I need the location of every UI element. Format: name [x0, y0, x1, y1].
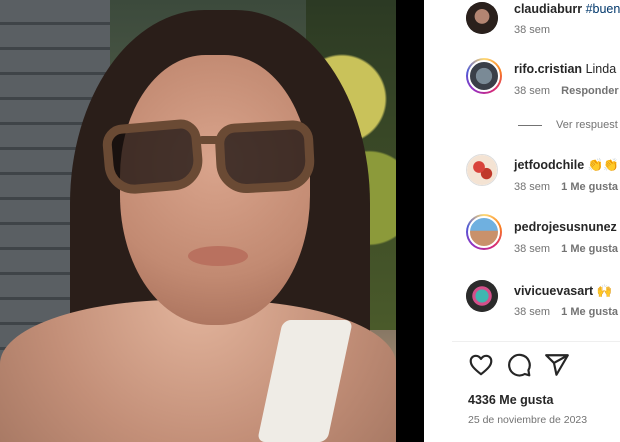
- comment-time[interactable]: 38 sem: [514, 181, 550, 193]
- sunglasses-lens-left: [101, 117, 205, 197]
- avatar-image: [466, 280, 498, 312]
- avatar-image: [468, 60, 500, 92]
- avatar-image: [467, 155, 497, 185]
- avatar[interactable]: [466, 58, 502, 94]
- comment-text: 👏👏: [587, 158, 619, 172]
- comment-text: Linda: [585, 62, 617, 76]
- comment-likes[interactable]: 1 Me gusta: [561, 306, 618, 318]
- post-photo[interactable]: [0, 0, 396, 442]
- comment-username[interactable]: vivicuevasart: [514, 284, 593, 298]
- share-icon[interactable]: [544, 352, 570, 378]
- comment-time[interactable]: 38 sem: [514, 85, 550, 97]
- heart-icon[interactable]: [468, 352, 494, 378]
- avatar[interactable]: [466, 214, 502, 250]
- avatar[interactable]: [466, 280, 498, 312]
- comment-meta: 38 sem 1 Me gusta: [514, 243, 620, 255]
- replies-line: [518, 124, 542, 126]
- avatar-image: [468, 216, 500, 248]
- comment-meta: 38 sem 1 Me gusta: [514, 306, 620, 318]
- comment-meta: 38 sem Responder: [514, 85, 620, 97]
- comment-likes[interactable]: 1 Me gusta: [561, 181, 618, 193]
- comment-time[interactable]: 38 sem: [514, 306, 550, 318]
- divider: [452, 341, 620, 342]
- comment-time[interactable]: 38 sem: [514, 24, 550, 36]
- comment-meta: 38 sem: [514, 24, 558, 36]
- comments-panel: claudiaburr #buen 38 sem rifo.cristian L…: [452, 0, 620, 442]
- avatar-image: [466, 2, 498, 34]
- photo-sunglasses: [101, 117, 316, 198]
- panel-gap: [424, 0, 452, 442]
- view-replies-label: Ver respuest: [556, 119, 618, 131]
- reply-button[interactable]: Responder: [561, 85, 618, 97]
- photo-lips: [188, 246, 248, 266]
- comment-line: claudiaburr #buen: [514, 2, 620, 16]
- sunglasses-lens-right: [214, 119, 316, 195]
- comment-line: jetfoodchile 👏👏: [514, 158, 619, 173]
- comment-time[interactable]: 38 sem: [514, 243, 550, 255]
- comment-icon[interactable]: [506, 352, 532, 378]
- photo-divider: [396, 0, 424, 442]
- likes-count[interactable]: 4336 Me gusta: [468, 393, 553, 407]
- comment-line: pedrojesusnunez: [514, 220, 617, 234]
- comment-line: vivicuevasart 🙌: [514, 284, 612, 299]
- avatar[interactable]: [466, 154, 498, 186]
- comment-username[interactable]: rifo.cristian: [514, 62, 582, 76]
- caption-hashtag[interactable]: #buen: [586, 2, 620, 16]
- comment-likes[interactable]: 1 Me gusta: [561, 243, 618, 255]
- avatar[interactable]: [466, 2, 498, 34]
- comment-text: 🙌: [596, 284, 613, 298]
- view-replies-button[interactable]: Ver respuest: [518, 119, 618, 131]
- comment-username[interactable]: claudiaburr: [514, 2, 582, 16]
- comment-username[interactable]: jetfoodchile: [514, 158, 584, 172]
- comment-line: rifo.cristian Linda: [514, 62, 616, 76]
- comment-username[interactable]: pedrojesusnunez: [514, 220, 617, 234]
- post-date[interactable]: 25 de noviembre de 2023: [468, 414, 587, 426]
- action-bar: [466, 352, 586, 380]
- comment-meta: 38 sem 1 Me gusta: [514, 181, 620, 193]
